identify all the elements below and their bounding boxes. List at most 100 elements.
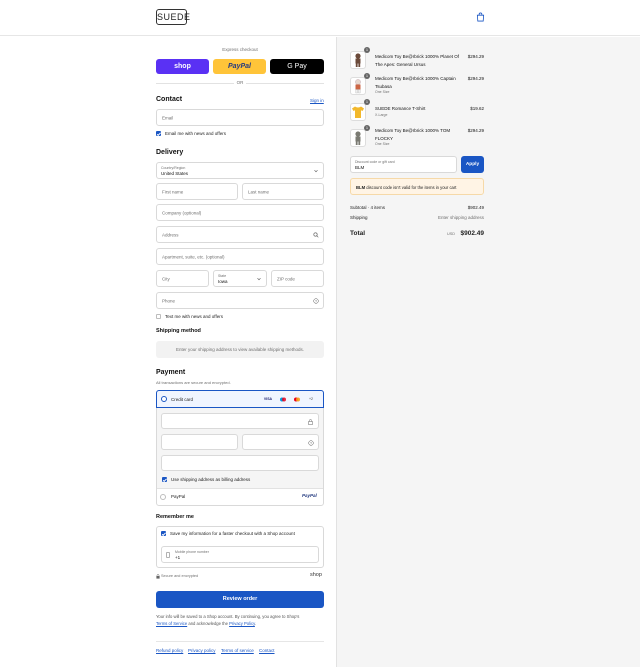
secure-encrypted-label: Secure and encrypted [161, 574, 199, 578]
country-value: United States [161, 171, 189, 176]
svg-text:?: ? [310, 441, 312, 445]
address-placeholder: Address [162, 232, 179, 237]
cart-item-quantity-badge: 1 [364, 125, 370, 131]
or-separator: OR [236, 80, 244, 85]
paypal-option-label[interactable]: PayPal [171, 494, 185, 499]
discount-error-alert: BLM discount code isn't valid for the it… [350, 178, 484, 195]
cart-item-quantity-badge: 1 [364, 73, 370, 79]
discount-code-value: BLM [355, 165, 365, 170]
shipping-method-heading: Shipping method [156, 328, 201, 334]
more-cards-badge: +2 [309, 397, 313, 401]
state-select[interactable]: State Iowa [213, 270, 267, 287]
store-logo[interactable]: SUEDE [156, 9, 190, 25]
payment-divider [157, 488, 323, 489]
card-number-field[interactable] [161, 413, 319, 429]
sign-in-link[interactable]: Sign in [310, 98, 324, 103]
shipping-label: Shipping [350, 215, 368, 220]
delivery-heading: Delivery [156, 149, 184, 156]
mobile-phone-value: +1 [175, 555, 181, 560]
zip-field[interactable]: ZIP code [271, 270, 324, 287]
privacy-policy-link[interactable]: Privacy Policy [229, 621, 255, 626]
mobile-phone-field[interactable]: Mobile phone number +1 [161, 546, 319, 563]
paypal-radio[interactable] [160, 494, 166, 500]
help-circle-icon[interactable]: ? [308, 440, 314, 446]
apartment-field[interactable]: Apartment, suite, etc. (optional) [156, 248, 324, 265]
footer-terms-link[interactable]: Terms of service [221, 648, 254, 653]
billing-address-checkbox[interactable] [162, 477, 167, 482]
lock-icon [156, 574, 160, 579]
address-field[interactable]: Address [156, 226, 324, 243]
name-on-card-field[interactable] [161, 455, 319, 471]
help-circle-icon[interactable]: ? [313, 298, 319, 304]
payment-subtitle: All transactions are secure and encrypte… [156, 380, 231, 385]
apartment-placeholder: Apartment, suite, etc. (optional) [162, 254, 225, 259]
divider-left [156, 83, 234, 84]
legal-text: Your info will be saved to a Shop accoun… [156, 613, 324, 627]
mobile-phone-icon [166, 552, 170, 558]
legal-end: . [254, 621, 257, 626]
bearbrick-figure-icon [355, 53, 361, 67]
last-name-field[interactable]: Last name [242, 183, 324, 200]
state-value: Iowa [218, 279, 228, 284]
lock-icon [308, 419, 313, 425]
terms-of-service-link[interactable]: Terms of Service [156, 621, 187, 626]
email-news-checkbox[interactable] [156, 131, 161, 136]
discount-error-code: BLM [356, 185, 366, 190]
save-info-label: Save my information for a faster checkou… [170, 531, 295, 536]
apply-discount-button[interactable]: Apply [461, 156, 484, 173]
google-pay-button[interactable]: G Pay [270, 59, 324, 74]
security-code-field[interactable]: ? [242, 434, 319, 450]
cart-item-name-line1: Medicom Toy Be@rbrick 1000% TOM [375, 128, 451, 133]
bearbrick-figure-icon [355, 131, 361, 145]
search-icon [313, 232, 319, 238]
discount-code-field[interactable]: Discount code or gift card BLM [350, 156, 457, 173]
company-field[interactable]: Company (optional) [156, 204, 324, 221]
paypal-express-button[interactable]: PayPal [213, 59, 266, 74]
shipping-value: Enter shipping address [437, 215, 484, 220]
maestro-icon [278, 397, 288, 402]
review-order-label: Review order [222, 596, 258, 602]
shipping-method-info-box: Enter your shipping address to view avai… [156, 341, 324, 358]
review-order-button[interactable]: Review order [156, 591, 324, 608]
top-header: SUEDE [0, 0, 640, 36]
shop-pay-button[interactable]: shop [156, 59, 209, 74]
credit-card-label: Credit card [171, 396, 194, 402]
shipping-method-info: Enter your shipping address to view avai… [175, 347, 305, 352]
phone-field[interactable]: Phone ? [156, 292, 324, 309]
zip-placeholder: ZIP code [277, 276, 295, 281]
state-label: State [218, 274, 227, 278]
footer-divider [156, 641, 324, 642]
tshirt-icon [352, 106, 364, 118]
credit-card-radio[interactable] [161, 396, 167, 402]
footer-refund-policy-link[interactable]: Refund policy [156, 648, 183, 653]
discount-error-message: BLM discount code isn't valid for the it… [356, 185, 456, 190]
shop-pay-label: shop [174, 63, 191, 70]
svg-text:?: ? [315, 299, 317, 303]
discount-code-label: Discount code or gift card [355, 160, 395, 164]
subtotal-value: $902.49 [467, 205, 484, 210]
footer-contact-link[interactable]: Contact [259, 648, 275, 653]
footer-privacy-policy-link[interactable]: Privacy policy [188, 648, 216, 653]
country-select[interactable]: Country/Region United States [156, 162, 324, 179]
express-checkout-title: Express checkout [222, 47, 258, 52]
sms-news-checkbox[interactable] [156, 314, 161, 319]
city-field[interactable]: City [156, 270, 209, 287]
apply-discount-label: Apply [465, 162, 480, 167]
visa-icon: VISA [263, 397, 273, 401]
cart-item-name-line2: Tsubasa [375, 83, 392, 89]
shopping-bag-icon[interactable] [476, 12, 485, 22]
save-info-checkbox[interactable] [161, 531, 166, 536]
remember-me-heading: Remember me [156, 514, 194, 520]
email-field[interactable]: Email [156, 109, 324, 126]
legal-prefix: Your info will be saved to a Shop accoun… [156, 614, 300, 619]
last-name-placeholder: Last name [248, 189, 270, 194]
cart-item-name-line2: FLOCKY [375, 135, 394, 141]
company-placeholder: Company (optional) [162, 210, 202, 215]
total-value: $902.49 [460, 230, 485, 237]
first-name-field[interactable]: First name [156, 183, 238, 200]
cart-item-thumbnail [350, 51, 366, 69]
cart-item-variant: One Size [375, 142, 390, 146]
expiration-field[interactable] [161, 434, 238, 450]
cart-item-price: $19.62 [470, 106, 484, 111]
divider-right [246, 83, 324, 84]
